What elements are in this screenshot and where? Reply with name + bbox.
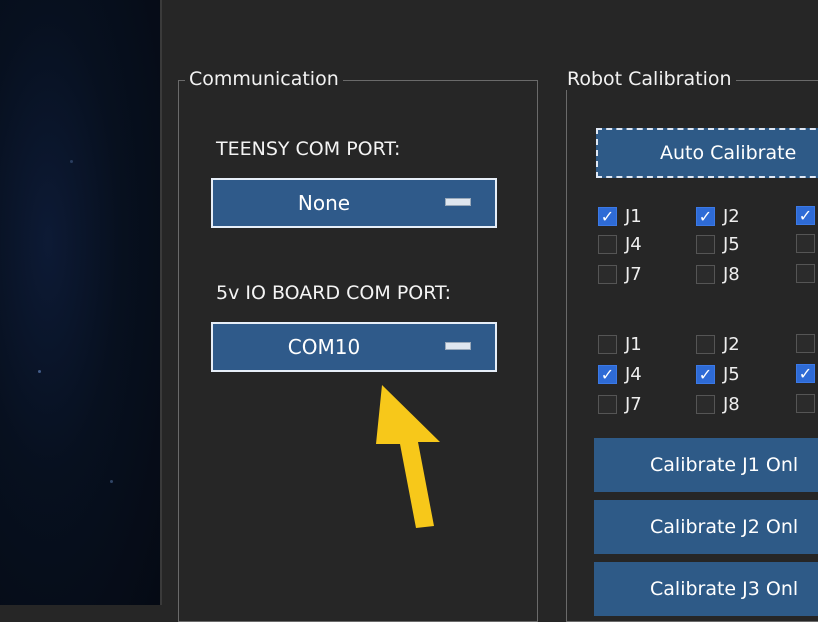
communication-title: Communication	[185, 68, 343, 90]
calibrate-j2-label: Calibrate J2 Onl	[650, 516, 799, 538]
checkbox-j5[interactable]: J5	[696, 234, 740, 255]
io-board-com-port-label: 5v IO BOARD COM PORT:	[216, 282, 451, 304]
checkbox-j7-offset[interactable]: J7	[598, 394, 642, 415]
checkbox-box	[696, 265, 715, 284]
checkbox-box	[598, 335, 617, 354]
checkbox-box	[696, 335, 715, 354]
checkbox-j4[interactable]: J4	[598, 234, 642, 255]
checkbox-j9-offset[interactable]	[796, 394, 818, 413]
calibrate-j1-button[interactable]: Calibrate J1 Onl	[594, 438, 818, 492]
background-image	[0, 0, 160, 605]
auto-calibrate-button[interactable]: Auto Calibrate	[596, 128, 818, 178]
calibrate-j3-button[interactable]: Calibrate J3 Onl	[594, 562, 818, 616]
auto-calibrate-label: Auto Calibrate	[660, 142, 797, 164]
checkbox-label: J2	[723, 206, 740, 227]
robot-calibration-title: Robot Calibration	[563, 68, 736, 90]
calibrate-j2-button[interactable]: Calibrate J2 Onl	[594, 500, 818, 554]
check-icon: ✓	[796, 206, 815, 225]
checkbox-j3-offset[interactable]	[796, 334, 818, 353]
checkbox-j3[interactable]: ✓	[796, 206, 818, 225]
checkbox-j8[interactable]: J8	[696, 264, 740, 285]
checkbox-j2[interactable]: ✓ J2	[696, 206, 740, 227]
teensy-com-port-select[interactable]: None	[211, 178, 497, 228]
checkbox-j9[interactable]	[796, 264, 818, 283]
check-icon: ✓	[696, 365, 715, 384]
check-icon: ✓	[796, 364, 815, 383]
checkbox-label: J7	[625, 264, 642, 285]
dropdown-icon	[445, 342, 471, 350]
calibrate-j1-label: Calibrate J1 Onl	[650, 454, 799, 476]
checkbox-j4-offset[interactable]: ✓ J4	[598, 364, 642, 385]
teensy-com-port-value: None	[297, 191, 351, 215]
checkbox-box	[796, 264, 815, 283]
checkbox-box	[796, 334, 815, 353]
io-board-com-port-select[interactable]: COM10	[211, 322, 497, 372]
checkbox-label: J1	[625, 334, 642, 355]
checkbox-j5-offset[interactable]: ✓ J5	[696, 364, 740, 385]
calibrate-j3-label: Calibrate J3 Onl	[650, 578, 799, 600]
checkbox-j1-offset[interactable]: J1	[598, 334, 642, 355]
teensy-com-port-label: TEENSY COM PORT:	[216, 138, 401, 160]
check-icon: ✓	[598, 207, 617, 226]
checkbox-label: J8	[723, 264, 740, 285]
io-board-com-port-value: COM10	[287, 335, 361, 359]
checkbox-label: J5	[723, 364, 740, 385]
dropdown-icon	[445, 198, 471, 206]
checkbox-box	[796, 394, 815, 413]
checkbox-label: J7	[625, 394, 642, 415]
checkbox-box	[598, 265, 617, 284]
check-icon: ✓	[696, 207, 715, 226]
sparkle	[110, 480, 113, 483]
checkbox-j6-offset[interactable]: ✓	[796, 364, 818, 383]
checkbox-box	[598, 395, 617, 414]
checkbox-box	[696, 235, 715, 254]
checkbox-label: J5	[723, 234, 740, 255]
sparkle	[70, 160, 73, 163]
checkbox-label: J1	[625, 206, 642, 227]
checkbox-j2-offset[interactable]: J2	[696, 334, 740, 355]
checkbox-box	[598, 235, 617, 254]
checkbox-j1[interactable]: ✓ J1	[598, 206, 642, 227]
checkbox-label: J4	[625, 364, 642, 385]
checkbox-label: J4	[625, 234, 642, 255]
checkbox-box	[696, 395, 715, 414]
checkbox-j8-offset[interactable]: J8	[696, 394, 740, 415]
annotation-arrow-icon	[376, 385, 440, 528]
checkbox-j6[interactable]	[796, 234, 818, 253]
check-icon: ✓	[598, 365, 617, 384]
checkbox-label: J2	[723, 334, 740, 355]
checkbox-j7[interactable]: J7	[598, 264, 642, 285]
sparkle	[38, 370, 41, 373]
checkbox-box	[796, 234, 815, 253]
checkbox-label: J8	[723, 394, 740, 415]
